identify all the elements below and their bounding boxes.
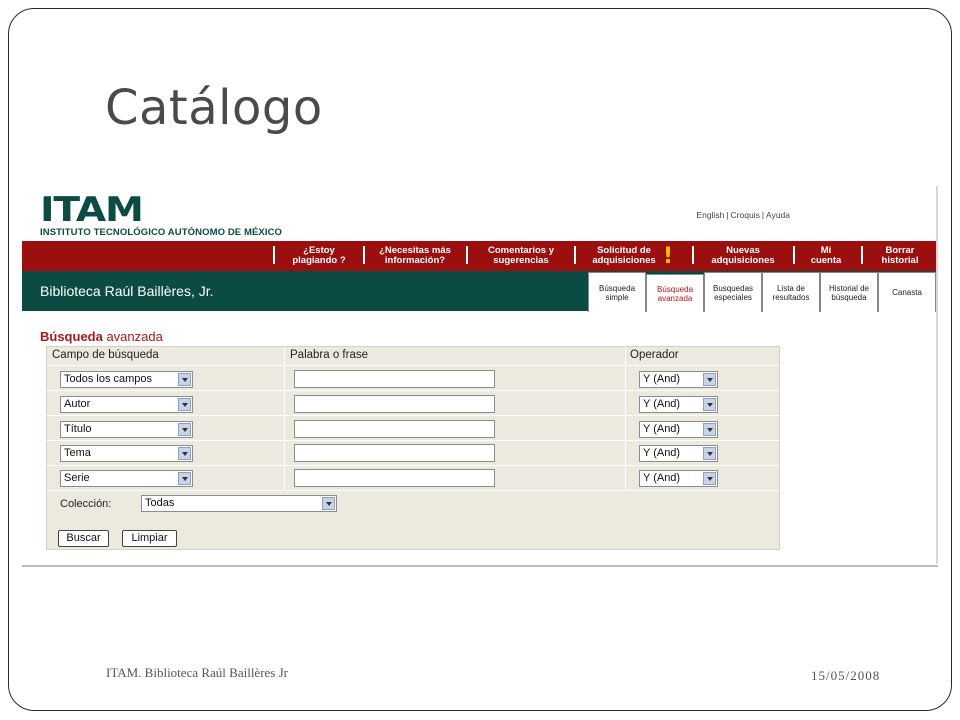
nav-separator: [273, 246, 275, 264]
ayuda-link[interactable]: Ayuda: [766, 210, 790, 220]
chevron-down-icon: [703, 423, 716, 436]
row-divider: [47, 490, 780, 491]
main-nav-bar: ¿Estoy plagiando ? ¿Necesitas más informac…: [22, 241, 936, 271]
search-term-input[interactable]: [294, 370, 495, 388]
term-column-header: Palabra o frase: [290, 349, 368, 361]
nav-separator: [574, 246, 576, 264]
nav-separator: [793, 246, 795, 264]
catalog-screenshot: ITAM INSTITUTO TECNOLÓGICO AUTÓNOMO DE M…: [22, 186, 938, 567]
english-link[interactable]: English: [696, 210, 724, 220]
chevron-down-icon: [178, 423, 191, 436]
chevron-down-icon: [178, 472, 191, 485]
row-divider: [47, 390, 780, 391]
footer-source: ITAM. Biblioteca Raúl Baillères Jr: [106, 665, 288, 680]
search-field-select[interactable]: Todos los campos: [60, 371, 193, 388]
operator-select[interactable]: Y (And): [639, 371, 718, 388]
search-term-input[interactable]: [294, 469, 495, 487]
screenshot-bottom-line: [22, 565, 938, 567]
chevron-down-icon: [178, 447, 191, 460]
row-divider: [47, 415, 780, 416]
nav-clear-history[interactable]: Borrar historial: [872, 246, 928, 266]
tab-special-searches[interactable]: Busquedas especiales: [704, 272, 762, 312]
footer-date: 15/05/2008: [811, 668, 881, 683]
collection-select[interactable]: Todas: [141, 495, 337, 512]
row-divider: [47, 465, 780, 466]
clear-button[interactable]: Limpiar: [122, 530, 177, 547]
row-divider: [47, 440, 780, 441]
chevron-down-icon: [703, 472, 716, 485]
field-column-header: Campo de búsqueda: [52, 349, 159, 361]
tab-results-list[interactable]: Lista de resultados: [762, 272, 820, 312]
search-field-select[interactable]: Tema: [60, 445, 193, 462]
row-divider: [47, 365, 780, 366]
nav-separator: [466, 246, 468, 264]
nav-more-info[interactable]: ¿Necesitas más información?: [370, 246, 460, 266]
column-divider: [625, 347, 626, 490]
nav-acquisition-request[interactable]: Solicitud de adquisiciones: [582, 246, 666, 266]
top-links: English | Croquis | Ayuda: [696, 210, 790, 220]
library-name: Biblioteca Raúl Baillères, Jr.: [40, 283, 214, 299]
nav-plagiarism[interactable]: ¿Estoy plagiando ?: [284, 246, 354, 266]
chevron-down-icon: [178, 398, 191, 411]
tab-basket[interactable]: Canasta: [878, 272, 936, 312]
advanced-search-heading: Búsqueda avanzada: [40, 329, 163, 344]
tab-search-history[interactable]: Historial de búsqueda: [820, 272, 878, 312]
search-field-select[interactable]: Autor: [60, 396, 193, 413]
tab-advanced-search[interactable]: Búsqueda avanzada: [646, 274, 704, 312]
nav-separator: [692, 246, 694, 264]
search-term-input[interactable]: [294, 420, 495, 438]
search-term-input[interactable]: [294, 395, 495, 413]
nav-separator: [363, 246, 365, 264]
exclamation-icon: !: [663, 244, 674, 269]
chevron-down-icon: [703, 373, 716, 386]
search-button[interactable]: Buscar: [58, 530, 109, 547]
search-field-select[interactable]: Serie: [60, 470, 193, 487]
logo-mark: ITAM: [40, 190, 144, 230]
nav-new-acquisitions[interactable]: Nuevas adquisiciones: [702, 246, 784, 266]
column-divider: [284, 347, 285, 490]
nav-my-account[interactable]: Mi cuenta: [804, 246, 848, 266]
itam-logo[interactable]: ITAM INSTITUTO TECNOLÓGICO AUTÓNOMO DE M…: [40, 193, 282, 238]
croquis-link[interactable]: Croquis: [731, 210, 760, 220]
chevron-down-icon: [703, 398, 716, 411]
chevron-down-icon: [322, 497, 335, 510]
nav-separator: [861, 246, 863, 264]
right-border: [936, 186, 938, 564]
search-term-input[interactable]: [294, 444, 495, 462]
search-field-select[interactable]: Título: [60, 421, 193, 438]
advanced-search-form: Campo de búsqueda Palabra o frase Operad…: [46, 346, 780, 550]
slide-title: Catálogo: [105, 80, 323, 136]
operator-select[interactable]: Y (And): [639, 470, 718, 487]
operator-select[interactable]: Y (And): [639, 421, 718, 438]
operator-column-header: Operador: [630, 349, 679, 361]
chevron-down-icon: [703, 447, 716, 460]
tab-simple-search[interactable]: Búsqueda simple: [588, 272, 646, 312]
collection-label: Colección:: [60, 498, 112, 510]
operator-select[interactable]: Y (And): [639, 396, 718, 413]
operator-select[interactable]: Y (And): [639, 445, 718, 462]
chevron-down-icon: [178, 373, 191, 386]
nav-comments[interactable]: Comentarios y sugerencias: [474, 246, 568, 266]
